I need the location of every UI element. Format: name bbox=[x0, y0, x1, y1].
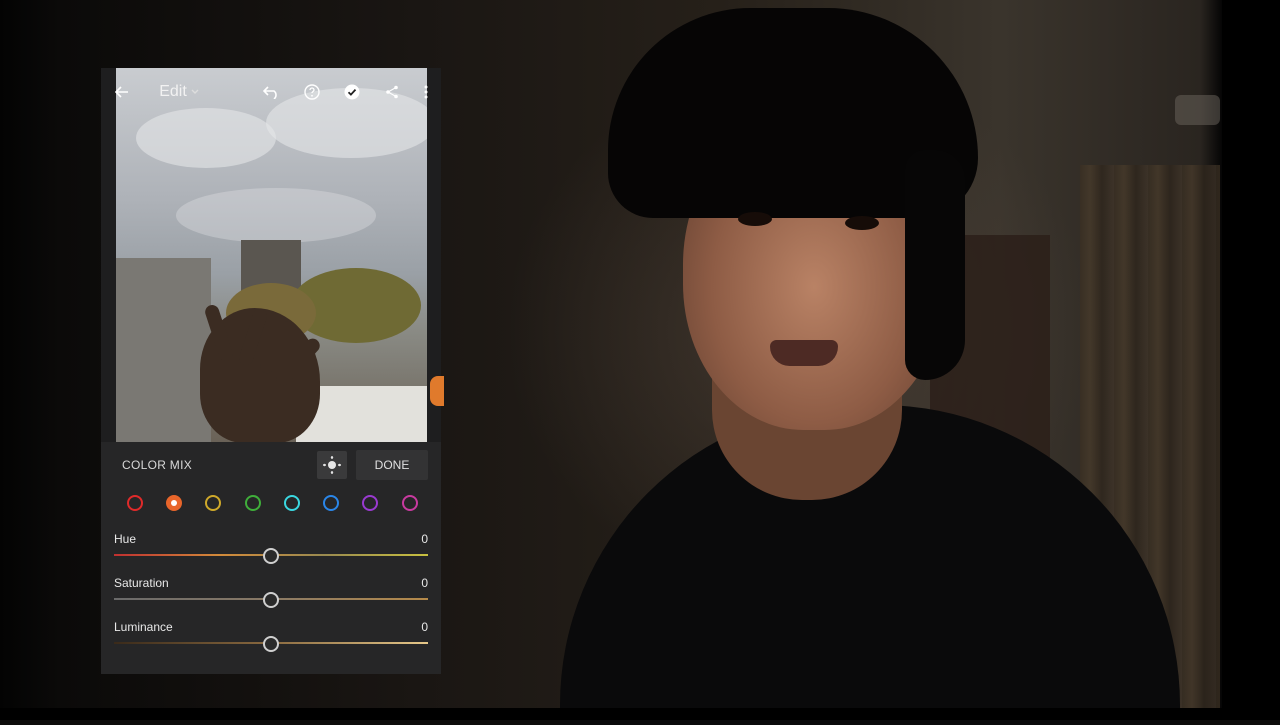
background-wall-light bbox=[1175, 95, 1220, 125]
swatch-purple[interactable] bbox=[362, 495, 378, 511]
saturation-label: Saturation bbox=[114, 576, 169, 590]
swatch-green[interactable] bbox=[245, 495, 261, 511]
side-panel-handle[interactable] bbox=[430, 376, 444, 406]
luminance-slider-thumb[interactable] bbox=[263, 636, 279, 652]
hue-value: 0 bbox=[421, 532, 428, 546]
edit-mode-dropdown[interactable]: Edit bbox=[156, 78, 202, 106]
luminance-value: 0 bbox=[421, 620, 428, 634]
undo-icon[interactable] bbox=[260, 78, 284, 106]
back-arrow-icon[interactable] bbox=[112, 78, 132, 106]
saturation-slider-thumb[interactable] bbox=[263, 592, 279, 608]
app-toolbar: Edit bbox=[115, 78, 436, 106]
help-icon[interactable] bbox=[300, 78, 324, 106]
letterbox-right bbox=[1222, 0, 1280, 720]
luminance-label: Luminance bbox=[114, 620, 173, 634]
more-icon[interactable] bbox=[418, 78, 434, 106]
person-eye-right bbox=[845, 216, 879, 230]
checkmark-icon[interactable] bbox=[340, 78, 364, 106]
panel-title: COLOR MIX bbox=[122, 458, 193, 472]
swatch-blue[interactable] bbox=[323, 495, 339, 511]
person-hair-side bbox=[905, 150, 965, 380]
hue-slider-thumb[interactable] bbox=[263, 548, 279, 564]
swatch-magenta[interactable] bbox=[402, 495, 418, 511]
person-eye-left bbox=[738, 212, 772, 226]
share-icon[interactable] bbox=[380, 78, 404, 106]
letterbox-bottom bbox=[0, 708, 1280, 720]
swatch-yellow[interactable] bbox=[205, 495, 221, 511]
person-mouth bbox=[770, 340, 838, 366]
swatch-orange[interactable] bbox=[166, 495, 182, 511]
swatch-red[interactable] bbox=[127, 495, 143, 511]
saturation-value: 0 bbox=[421, 576, 428, 590]
target-icon bbox=[323, 456, 341, 474]
photo-cloud bbox=[136, 108, 276, 168]
done-button[interactable]: DONE bbox=[356, 450, 428, 480]
swatch-aqua[interactable] bbox=[284, 495, 300, 511]
targeted-adjustment-button[interactable] bbox=[317, 451, 347, 479]
photo-cloud bbox=[176, 188, 376, 243]
photo-building bbox=[116, 258, 211, 442]
hue-label: Hue bbox=[114, 532, 137, 546]
photo-preview bbox=[116, 68, 427, 442]
edit-mode-label: Edit bbox=[159, 83, 187, 100]
chevron-down-icon bbox=[191, 89, 199, 94]
